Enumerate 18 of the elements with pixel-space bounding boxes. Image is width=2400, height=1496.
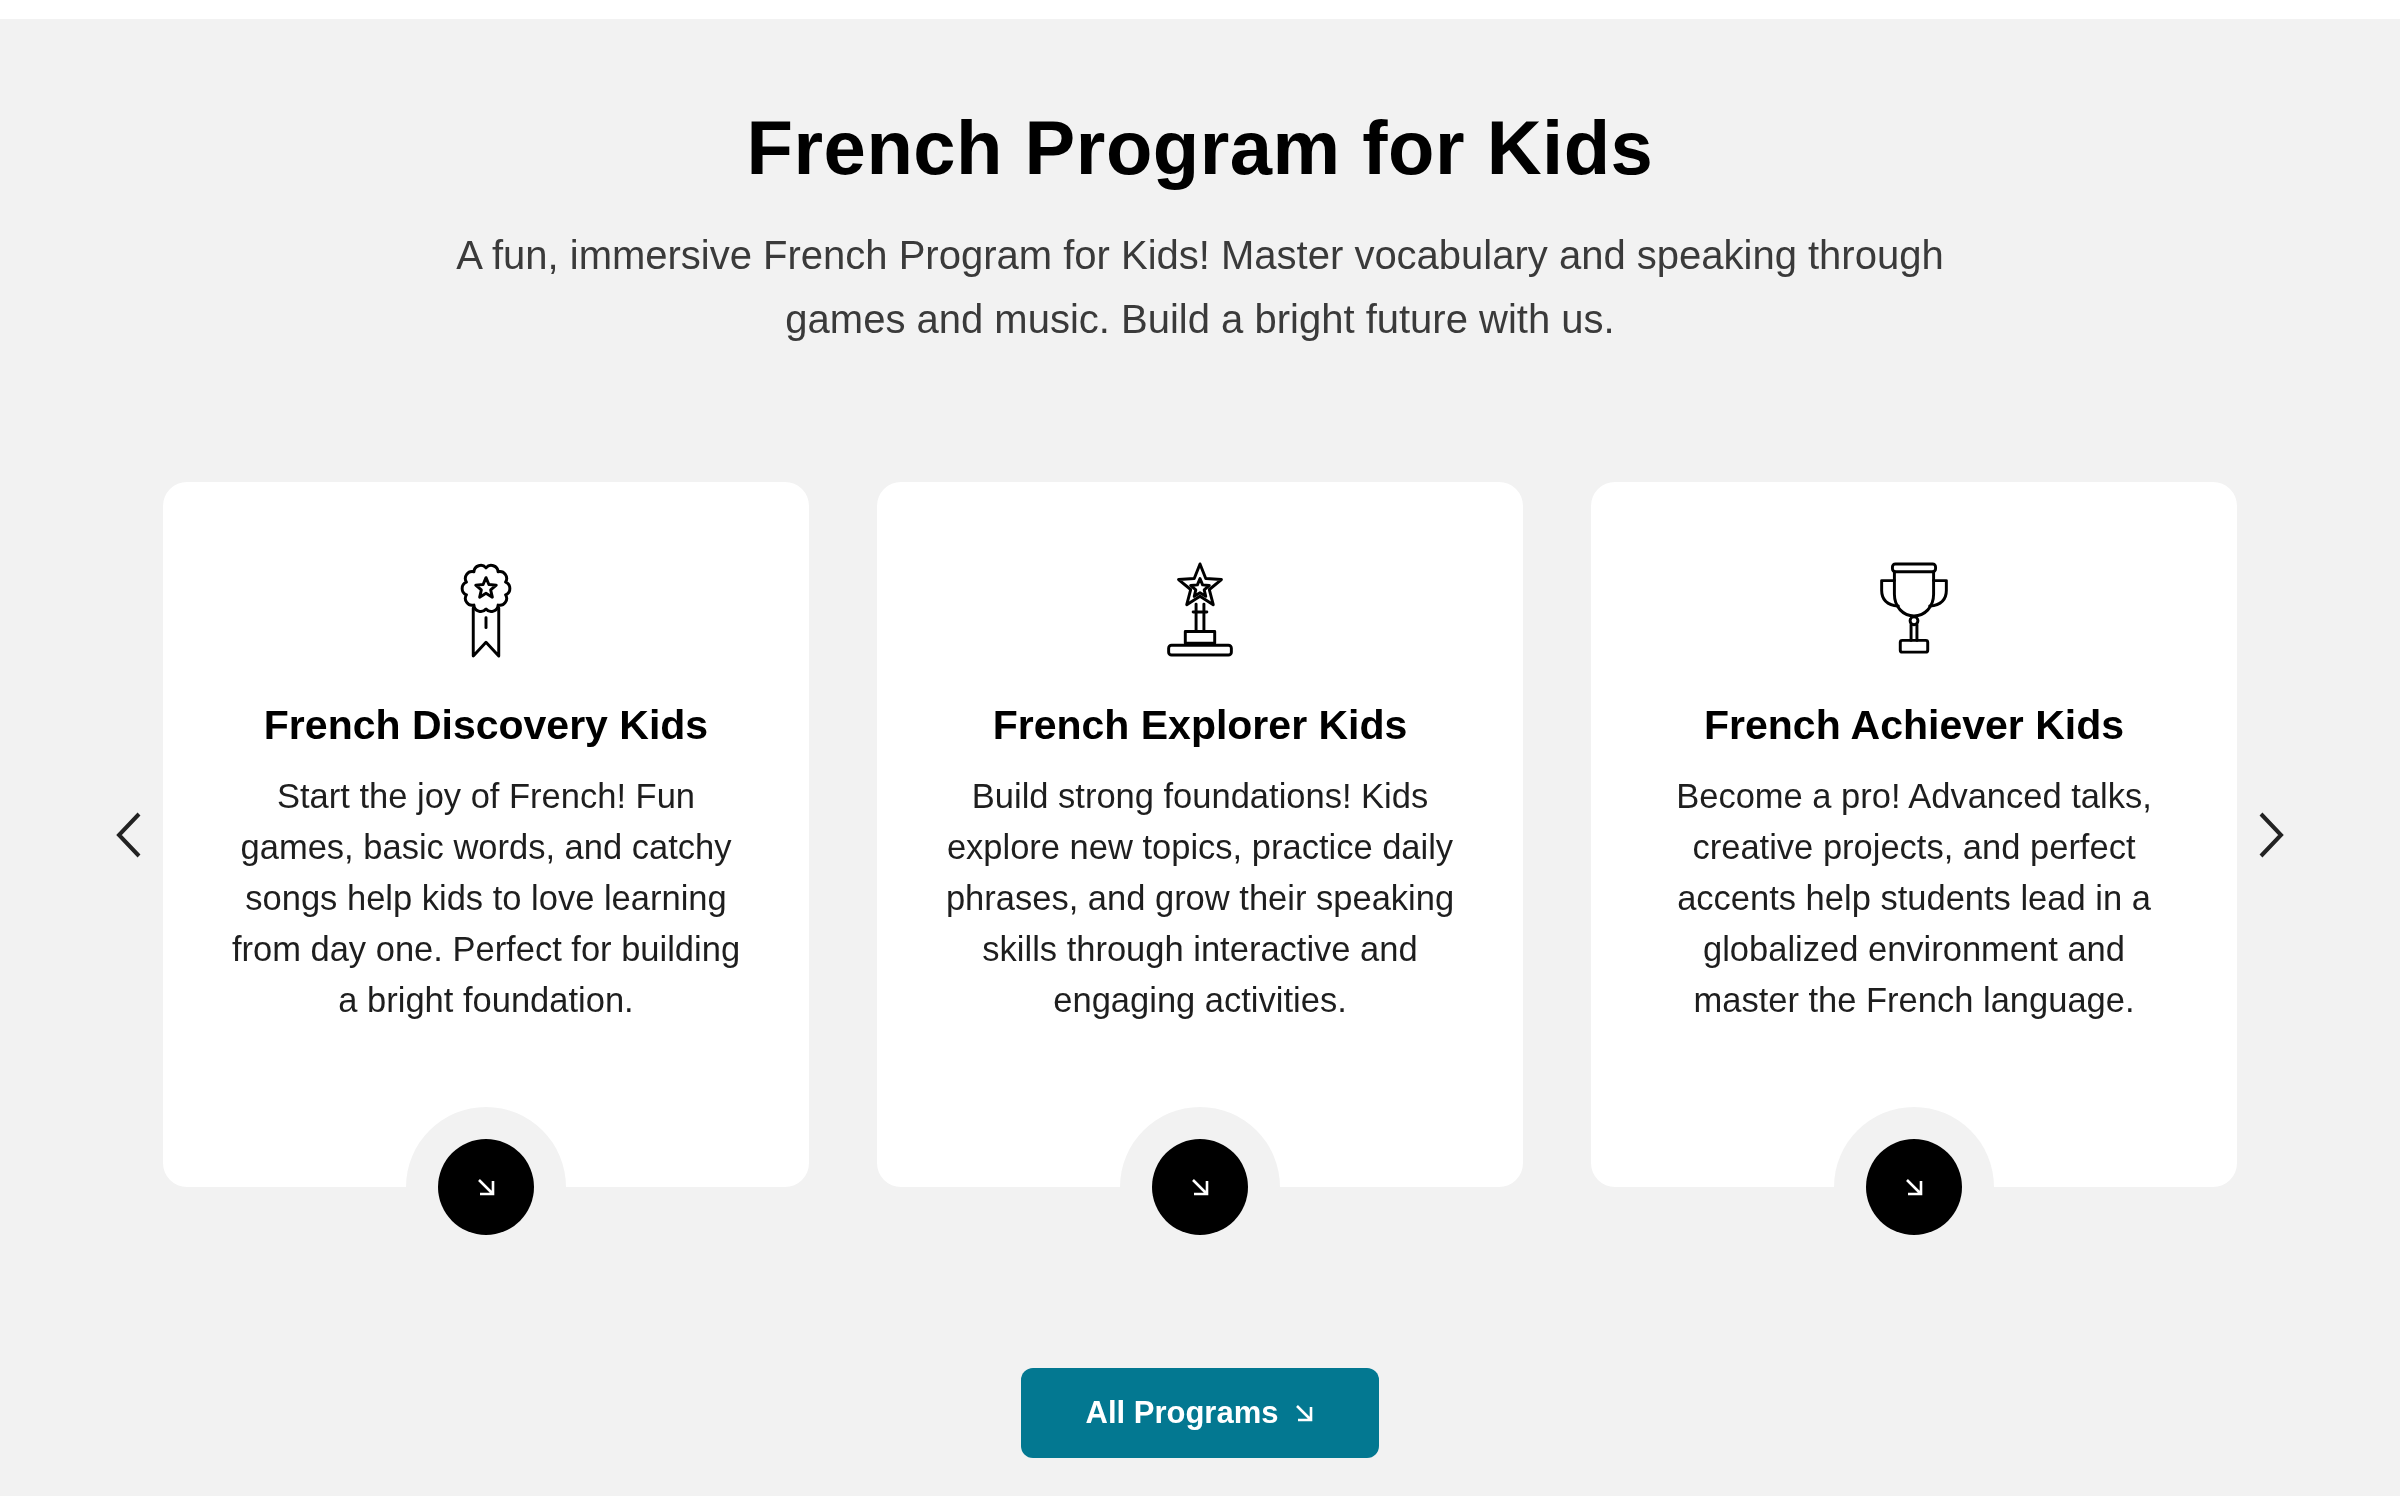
section-subtitle: A fun, immersive French Program for Kids! Master vocabulary and speaking through games and music. Build a bright future with us. [455, 232, 1945, 343]
card-description: Become a pro! Advanced talks, creative projects, and perfect accents help students lead in a globalized environment and master the French language. [1675, 776, 2153, 1021]
next-button[interactable] [2258, 810, 2284, 859]
section-title: French Program for Kids [746, 105, 1654, 191]
arrow-down-right-icon [1190, 1177, 1210, 1197]
all-programs-button[interactable]: All Programs [1021, 1368, 1379, 1458]
card-title: French Discovery Kids [263, 701, 709, 749]
previous-button[interactable] [116, 810, 142, 859]
card-title: French Achiever Kids [1704, 701, 2124, 749]
arrow-down-right-icon [1294, 1403, 1315, 1423]
chevron-right-icon [2258, 810, 2284, 859]
arrow-down-right-icon [476, 1177, 496, 1197]
chevron-left-icon [116, 810, 142, 859]
card-title: French Explorer Kids [992, 701, 1408, 749]
arrow-down-right-icon [1904, 1177, 1924, 1197]
card-description: Start the joy of French! Fun games, basic words, and catchy songs help kids to love learning from day one. Perfect for building a bright foundation. [230, 776, 742, 1021]
card-description: Build strong foundations! Kids explore new topics, practice daily phrases, and grow their speaking skills through interactive and engaging activities. [944, 776, 1456, 1021]
star-trophy-icon [1165, 561, 1235, 659]
